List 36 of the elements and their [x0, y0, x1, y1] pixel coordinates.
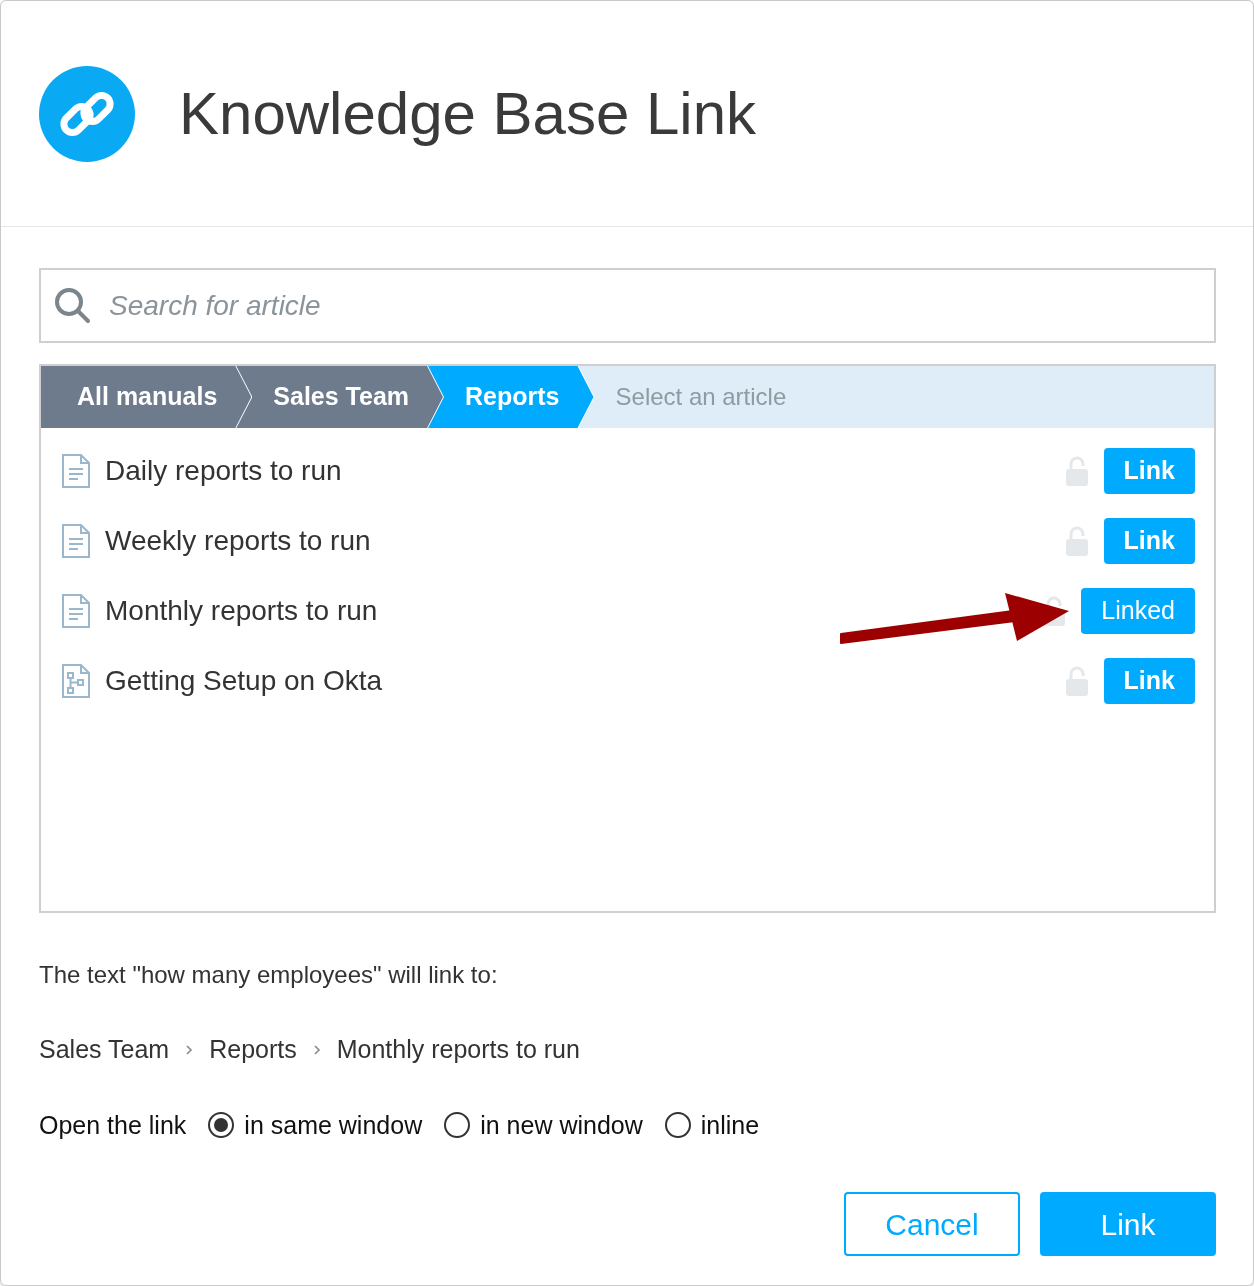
link-button[interactable]: Link	[1040, 1192, 1216, 1256]
link-button[interactable]: Link	[1103, 448, 1195, 494]
cancel-button[interactable]: Cancel	[844, 1192, 1020, 1256]
diagram-file-icon	[61, 664, 91, 698]
linked-button[interactable]: Linked	[1081, 588, 1195, 634]
link-button[interactable]: Link	[1103, 518, 1195, 564]
breadcrumb-item[interactable]: Sales Team	[235, 366, 444, 428]
document-icon	[61, 454, 91, 488]
dialog-title: Knowledge Base Link	[179, 78, 757, 149]
search-field[interactable]: Search for article	[39, 268, 1216, 343]
document-icon	[61, 594, 91, 628]
breadcrumb-hint: Select an article	[614, 382, 787, 412]
radio-button[interactable]	[444, 1112, 471, 1139]
article-title[interactable]: Monthly reports to run	[105, 590, 378, 632]
article-title[interactable]: Daily reports to run	[105, 450, 342, 492]
padlock-icon	[1065, 456, 1088, 486]
radio-option[interactable]: in same window	[208, 1106, 423, 1144]
radio-button[interactable]	[208, 1112, 235, 1139]
breadcrumb-item[interactable]: Reports	[427, 366, 594, 428]
radio-option[interactable]: in new window	[444, 1106, 643, 1144]
path-label: Monthly reports to run	[336, 1034, 580, 1065]
radio-button[interactable]	[664, 1112, 691, 1139]
option-label: Open the link	[39, 1109, 187, 1141]
link-button[interactable]: Link	[1103, 658, 1195, 704]
document-icon	[61, 524, 91, 558]
chevron-right-icon	[312, 1043, 321, 1056]
article-title[interactable]: Getting Setup on Okta	[105, 660, 383, 702]
padlock-icon	[1065, 526, 1088, 556]
path-label: Sales Team	[39, 1034, 170, 1065]
radio-option[interactable]: inline	[664, 1106, 760, 1144]
breadcrumb-item[interactable]: All manuals	[41, 366, 252, 428]
link-description: The text "how many employees" will link to:	[39, 960, 499, 990]
chevron-right-icon	[185, 1043, 194, 1056]
path-label: Reports	[209, 1034, 297, 1065]
article-title[interactable]: Weekly reports to run	[105, 520, 371, 562]
padlock-icon	[1065, 666, 1088, 696]
